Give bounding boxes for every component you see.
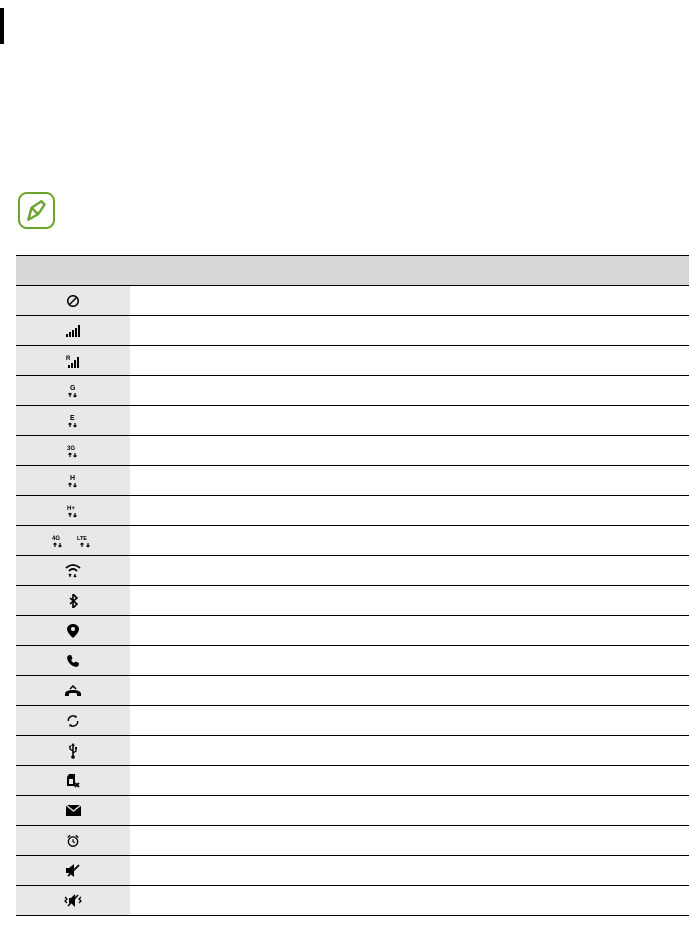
icon-cell xyxy=(16,286,130,315)
call-icon xyxy=(66,654,80,668)
desc-cell xyxy=(130,826,689,855)
gprs-icon: G xyxy=(67,384,79,398)
table-row: E xyxy=(16,406,689,436)
icon-cell xyxy=(16,556,130,585)
icon-cell: G xyxy=(16,376,130,405)
vibrate-icon xyxy=(64,894,82,907)
desc-cell xyxy=(130,436,689,465)
icon-cell xyxy=(16,766,130,795)
message-icon xyxy=(66,805,81,816)
table-row: H+ xyxy=(16,496,689,526)
desc-cell xyxy=(130,556,689,585)
sync-icon xyxy=(66,714,80,728)
table-row xyxy=(16,886,689,916)
desc-cell xyxy=(130,646,689,675)
svg-text:H: H xyxy=(70,475,75,482)
icon-cell xyxy=(16,706,130,735)
table-row xyxy=(16,736,689,766)
location-icon xyxy=(67,624,79,638)
table-row xyxy=(16,646,689,676)
icon-cell xyxy=(16,316,130,345)
desc-cell xyxy=(130,796,689,825)
table-row xyxy=(16,796,689,826)
table-row xyxy=(16,856,689,886)
desc-cell xyxy=(130,466,689,495)
icon-cell xyxy=(16,856,130,885)
icon-cell xyxy=(16,676,130,705)
svg-text:4G: 4G xyxy=(52,536,60,542)
icon-cell: H xyxy=(16,466,130,495)
3g-icon: 3G xyxy=(66,444,80,458)
table-header-row xyxy=(16,256,689,286)
hsdpa-plus-icon: H+ xyxy=(66,504,80,518)
table-row: G xyxy=(16,376,689,406)
icon-cell xyxy=(16,736,130,765)
icon-cell xyxy=(16,586,130,615)
desc-cell xyxy=(130,586,689,615)
svg-text:H+: H+ xyxy=(67,506,75,512)
table-row xyxy=(16,316,689,346)
page-tab-marker xyxy=(0,8,4,44)
table-row: R xyxy=(16,346,689,376)
edge-icon: E xyxy=(67,414,79,428)
no-signal-icon xyxy=(66,294,80,308)
desc-cell xyxy=(130,496,689,525)
mute-icon xyxy=(66,864,81,877)
bluetooth-icon xyxy=(68,594,78,608)
desc-cell xyxy=(130,286,689,315)
icon-cell: E xyxy=(16,406,130,435)
alarm-icon xyxy=(66,834,80,848)
svg-text:3G: 3G xyxy=(67,446,75,452)
svg-text:R: R xyxy=(66,356,71,362)
desc-cell xyxy=(130,526,689,555)
indicator-icons-table: R G E xyxy=(16,255,689,916)
desc-cell xyxy=(130,856,689,885)
desc-cell xyxy=(130,676,689,705)
icon-cell xyxy=(16,796,130,825)
svg-text:G: G xyxy=(70,385,76,392)
table-row: H xyxy=(16,466,689,496)
table-row xyxy=(16,616,689,646)
desc-cell xyxy=(130,616,689,645)
table-row xyxy=(16,286,689,316)
desc-cell xyxy=(130,766,689,795)
table-row xyxy=(16,766,689,796)
icon-cell xyxy=(16,886,130,915)
table-row xyxy=(16,826,689,856)
desc-cell xyxy=(130,376,689,405)
table-row xyxy=(16,586,689,616)
table-row: 3G xyxy=(16,436,689,466)
4g-icon: 4G xyxy=(51,534,67,548)
lte-icon: LTE xyxy=(77,534,95,548)
desc-cell xyxy=(130,886,689,915)
desc-cell xyxy=(130,406,689,435)
header-icon-cell xyxy=(16,256,130,285)
wifi-icon xyxy=(65,564,81,578)
no-sim-icon xyxy=(66,774,80,788)
icon-cell xyxy=(16,616,130,645)
table-row xyxy=(16,706,689,736)
desc-cell xyxy=(130,316,689,345)
table-row xyxy=(16,556,689,586)
svg-text:E: E xyxy=(70,415,75,422)
roaming-icon: R xyxy=(65,354,81,368)
table-row: 4G LTE xyxy=(16,526,689,556)
signal-strength-icon xyxy=(66,325,80,337)
icon-cell xyxy=(16,826,130,855)
desc-cell xyxy=(130,346,689,375)
desc-cell xyxy=(130,706,689,735)
icon-cell: 3G xyxy=(16,436,130,465)
usb-icon xyxy=(68,743,78,759)
desc-cell xyxy=(130,736,689,765)
table-row xyxy=(16,676,689,706)
icon-cell xyxy=(16,646,130,675)
header-meaning-cell xyxy=(130,256,689,285)
icon-cell: R xyxy=(16,346,130,375)
missed-call-icon xyxy=(65,685,81,697)
svg-text:LTE: LTE xyxy=(77,536,87,542)
hsdpa-icon: H xyxy=(67,474,79,488)
note-icon xyxy=(18,192,55,229)
icon-cell: H+ xyxy=(16,496,130,525)
icon-cell: 4G LTE xyxy=(16,526,130,555)
